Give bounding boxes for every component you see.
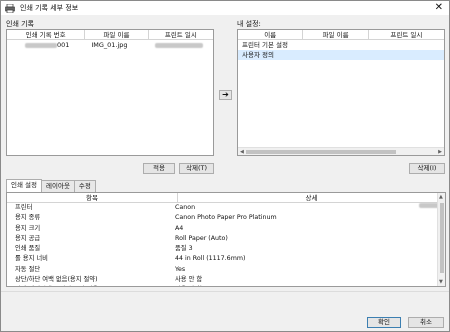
detail-item-value: 사용 안 함 xyxy=(175,285,445,286)
print-history-header: 인쇄 기록 번호 파일 이름 프린트 일시 xyxy=(7,30,213,40)
list-item[interactable]: 프린터 기본 설정 xyxy=(238,40,444,50)
vertical-scrollbar[interactable]: ▲ ▼ xyxy=(437,193,445,286)
detail-header: 항목 상세 xyxy=(7,193,445,203)
settings-detail-table[interactable]: 항목 상세 프린터 Canon 용지 종류 Canon Photo Paper Pro… xyxy=(6,192,446,287)
scroll-down-icon[interactable]: ▼ xyxy=(439,279,443,285)
column-print-date[interactable]: 프린트 일시 xyxy=(369,30,444,39)
column-name[interactable]: 이름 xyxy=(238,30,304,39)
cancel-button[interactable]: 취소 xyxy=(408,317,444,328)
table-row[interactable]: 001 IMG_01.jpg xyxy=(7,40,213,50)
table-row[interactable]: 용지 공급 Roll Paper (Auto) xyxy=(7,234,445,244)
column-detail[interactable]: 상세 xyxy=(178,193,445,202)
tab-layout[interactable]: 레이아웃 xyxy=(41,180,75,192)
scroll-up-icon[interactable]: ▲ xyxy=(439,194,443,200)
detail-item-name: 용지 종류 xyxy=(15,214,41,222)
table-row[interactable]: 용지 크기 A4 xyxy=(7,224,445,234)
table-row[interactable]: 전체 페이지에 룰러어 코팅 적용사용 안 함 xyxy=(7,285,445,286)
redacted-text xyxy=(154,42,203,48)
printer-icon xyxy=(5,3,15,13)
setting-custom: 사용자 정의 xyxy=(242,51,274,59)
history-number-suffix: 001 xyxy=(57,41,70,49)
title-bar: 인쇄 기록 세부 정보 ✕ xyxy=(1,1,449,15)
horizontal-scrollbar[interactable]: ◀ ▶ xyxy=(238,147,444,155)
window-title: 인쇄 기록 세부 정보 xyxy=(20,4,79,12)
table-row[interactable]: 프린터 Canon xyxy=(7,203,445,213)
scrollbar-thumb[interactable] xyxy=(440,203,444,273)
ok-button[interactable]: 확인 xyxy=(367,317,401,328)
column-file-name[interactable]: 파일 이름 xyxy=(85,30,149,39)
print-history-label: 인쇄 기록 xyxy=(6,20,34,28)
detail-item-value: A4 xyxy=(175,224,184,232)
apply-button[interactable]: 적용 xyxy=(143,163,175,174)
scroll-right-icon[interactable]: ▶ xyxy=(438,148,442,155)
detail-item-value: 사용 안 함 xyxy=(175,276,203,284)
detail-item-value: Canon Photo Paper Pro Platinum xyxy=(175,214,277,222)
tab-edit[interactable]: 수정 xyxy=(73,180,96,192)
redacted-text xyxy=(25,42,57,48)
settings-delete-button[interactable]: 삭제(I) xyxy=(409,163,445,174)
detail-item-value: Canon xyxy=(175,204,196,211)
column-item[interactable]: 항목 xyxy=(7,193,178,202)
detail-item-value: 44 in Roll (1117.6mm) xyxy=(175,255,246,263)
table-row[interactable]: 인쇄 품질 품질 3 xyxy=(7,244,445,254)
list-item[interactable]: 사용자 정의 xyxy=(238,50,444,60)
column-file-name[interactable]: 파일 이름 xyxy=(303,30,369,39)
column-history-number[interactable]: 인쇄 기록 번호 xyxy=(7,30,86,39)
detail-item-value: Roll Paper (Auto) xyxy=(175,234,228,242)
my-settings-list[interactable]: 이름 파일 이름 프린트 일시 프린터 기본 설정 사용자 정의 ◀ ▶ xyxy=(237,29,445,156)
close-icon[interactable]: ✕ xyxy=(435,2,443,14)
history-file-name: IMG_01.jpg xyxy=(91,41,128,49)
table-row[interactable]: 자동 절단 Yes xyxy=(7,265,445,275)
detail-item-name: 전체 페이지에 룰러어 코팅 적용 xyxy=(7,285,175,286)
history-delete-button[interactable]: 삭제(T) xyxy=(179,163,214,174)
detail-item-name: 용지 공급 xyxy=(15,234,41,242)
detail-item-name: 롤 용지 너비 xyxy=(15,255,48,263)
my-settings-label: 내 설정: xyxy=(237,20,261,28)
detail-item-name: 상단/하단 여백 없음(용지 절약) xyxy=(15,276,98,284)
tab-print-settings[interactable]: 인쇄 설정 xyxy=(6,179,42,192)
setting-default-printer: 프린터 기본 설정 xyxy=(242,41,288,49)
column-print-date[interactable]: 프린트 일시 xyxy=(149,30,213,39)
print-history-details-window: 인쇄 기록 세부 정보 ✕ 인쇄 기록 인쇄 기록 번호 파일 이름 프린트 일… xyxy=(0,0,450,332)
scroll-left-icon[interactable]: ◀ xyxy=(240,148,244,155)
table-row[interactable]: 용지 종류 Canon Photo Paper Pro Platinum xyxy=(7,213,445,223)
detail-item-name: 인쇄 품질 xyxy=(15,245,41,253)
detail-rows: 프린터 Canon 용지 종류 Canon Photo Paper Pro Plati… xyxy=(7,203,445,286)
footer-divider xyxy=(1,291,449,292)
my-settings-header: 이름 파일 이름 프린트 일시 xyxy=(238,30,444,40)
detail-item-name: 프린터 xyxy=(15,204,33,211)
detail-item-value: Yes xyxy=(175,265,186,273)
transfer-arrow-icon[interactable]: ➔ xyxy=(219,90,232,100)
table-row[interactable]: 상단/하단 여백 없음(용지 절약) 사용 안 함 xyxy=(7,275,445,285)
detail-item-name: 용지 크기 xyxy=(15,224,41,232)
table-row[interactable]: 롤 용지 너비 44 in Roll (1117.6mm) xyxy=(7,254,445,264)
print-history-list[interactable]: 인쇄 기록 번호 파일 이름 프린트 일시 001 IMG_01.jpg xyxy=(6,29,214,156)
detail-item-value: 품질 3 xyxy=(175,245,193,253)
scrollbar-thumb[interactable] xyxy=(246,150,396,154)
detail-item-name: 자동 절단 xyxy=(15,265,41,273)
